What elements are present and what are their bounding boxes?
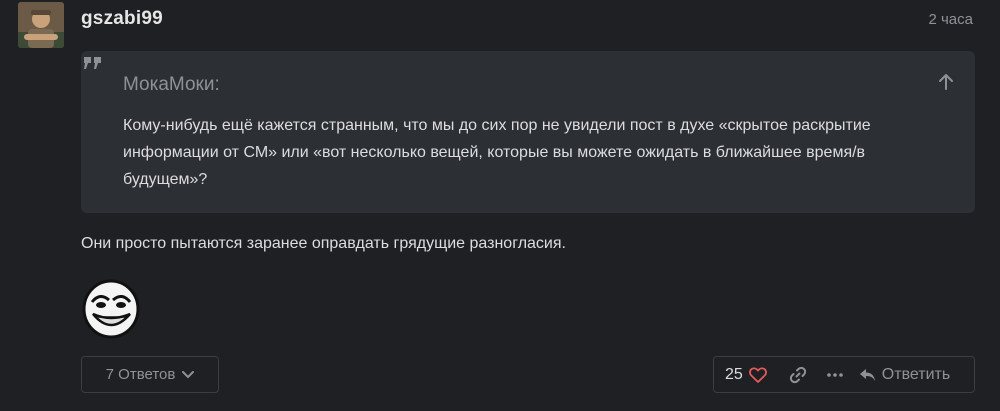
quote-block: МокаМоки: Кому-нибудь ещё кажется странн…	[81, 51, 975, 213]
avatar[interactable]	[18, 2, 64, 48]
chevron-down-icon	[182, 370, 195, 378]
post-body: Они просто пытаются заранее оправдать гр…	[81, 235, 566, 252]
heart-icon	[748, 366, 767, 383]
forum-post: gszabi99 2 часа МокаМоки: Кому-нибудь ещ…	[0, 0, 1000, 411]
reply-button[interactable]: Ответить	[859, 366, 950, 384]
replies-toggle-button[interactable]: 7 Ответов	[81, 356, 219, 393]
post-actions: 25 Ответить	[713, 356, 975, 393]
username[interactable]: gszabi99	[81, 8, 163, 30]
arrow-up-icon[interactable]	[937, 73, 955, 91]
reply-arrow-icon	[859, 368, 875, 381]
link-icon	[789, 366, 806, 383]
quote-text: Кому-нибудь ещё кажется странным, что мы…	[123, 117, 871, 188]
like-button[interactable]: 25	[725, 366, 767, 384]
ellipsis-icon	[826, 372, 843, 377]
like-count: 25	[725, 365, 743, 383]
reply-label: Ответить	[881, 365, 951, 383]
replies-label: 7 Ответов	[105, 366, 176, 383]
post-timestamp[interactable]: 2 часа	[928, 11, 973, 28]
quote-author[interactable]: МокаМоки:	[123, 74, 220, 96]
share-link-button[interactable]	[789, 366, 807, 384]
more-options-button[interactable]	[826, 372, 843, 377]
troll-face-emoji-icon	[82, 279, 140, 339]
quote-mark-icon	[84, 57, 101, 69]
